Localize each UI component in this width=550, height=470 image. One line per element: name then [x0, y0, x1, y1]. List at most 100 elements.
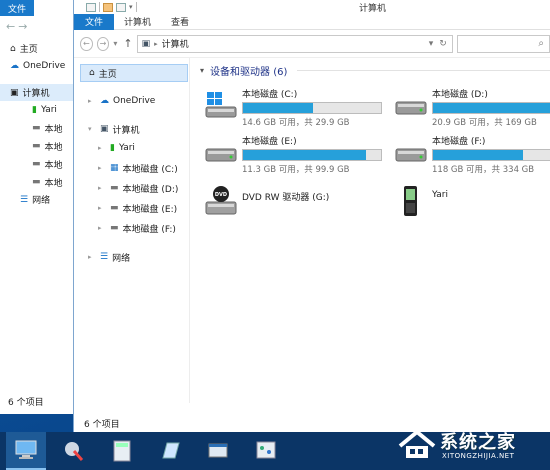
drive-name: 本地磁盘 (E:) — [242, 137, 297, 147]
expand-chevron-icon[interactable]: ▸ — [88, 253, 96, 261]
taskbar: 系统之家 XITONGZHIJIA.NET — [0, 429, 550, 470]
usage-bar — [242, 102, 382, 114]
expand-chevron-icon[interactable]: ▸ — [98, 164, 106, 172]
back-tree-item-drive[interactable]: ▬ 本地 — [0, 137, 79, 155]
computer-icon: ▣ — [141, 38, 151, 49]
search-input[interactable]: ⌕ — [456, 34, 550, 53]
back-tree-item-drive[interactable]: ▬ 本地 — [0, 155, 79, 173]
status-bar: 6 个项目 — [84, 420, 120, 430]
back-tree-item-yari[interactable]: ▮ Yari — [0, 101, 79, 119]
phone-icon: ▮ — [32, 105, 37, 115]
device-name: DVD RW 驱动器 (G:) — [242, 193, 330, 203]
tab-computer[interactable]: 计算机 — [114, 14, 161, 30]
nav-item-drive-d[interactable]: ▸ ▬ 本地磁盘 (D:) — [74, 178, 189, 198]
phone-icon: ▮ — [110, 143, 115, 153]
nav-item-computer[interactable]: ▾ ▣ 计算机 — [74, 120, 189, 138]
taskbar-notepad-button[interactable] — [150, 432, 190, 470]
refresh-icon[interactable]: ↻ — [439, 39, 447, 49]
collapse-chevron-icon[interactable]: ▾ — [88, 125, 96, 133]
back-nav-tree: ⌂ 主页 ☁ OneDrive ▣ 计算机 ▮ Yari ▬ 本地 ▬ 本地 ▬… — [0, 36, 79, 208]
drive-icon: ▬ — [32, 177, 41, 187]
window-body: ⌂ 主页 ▸ ☁ OneDrive ▾ ▣ 计算机 ▸ ▮ Yari ▸ ▦ 本… — [74, 58, 550, 432]
quick-access-toolbar[interactable]: ▾ — [74, 2, 137, 12]
back-tree-item-drive[interactable]: ▬ 本地 — [0, 173, 79, 191]
home-icon: ⌂ — [89, 68, 95, 78]
nav-item-drive-f[interactable]: ▸ ▬ 本地磁盘 (F:) — [74, 218, 189, 238]
drive-tile-e[interactable]: 本地磁盘 (E:) 11.3 GB 可用，共 99.9 GB — [200, 129, 382, 175]
drive-free-space: 14.6 GB 可用，共 29.9 GB — [242, 118, 350, 128]
site-watermark: 系统之家 XITONGZHIJIA.NET — [394, 426, 544, 464]
address-bar[interactable]: ▣ ▸ 计算机 ▾ ↻ — [136, 34, 453, 53]
breadcrumb-computer[interactable]: 计算机 — [162, 37, 189, 50]
drive-icon — [395, 148, 427, 162]
nav-item-drive-e[interactable]: ▸ ▬ 本地磁盘 (E:) — [74, 198, 189, 218]
taskbar-control-panel-button[interactable] — [246, 432, 286, 470]
drive-name: 本地磁盘 (F:) — [432, 137, 486, 147]
drive-icon: ▬ — [32, 141, 41, 151]
recent-locations-chevron-icon[interactable]: ▾ — [113, 39, 117, 48]
expand-chevron-icon[interactable]: ▸ — [98, 144, 106, 152]
usage-bar — [432, 102, 550, 114]
taskbar-tools-button[interactable] — [54, 432, 94, 470]
explorer-window[interactable]: ▾ 计算机 文件 计算机 查看 ← → ▾ ↑ ▣ ▸ 计算机 ▾ ↻ ⌕ ⌂ … — [73, 0, 550, 432]
back-tree-item-onedrive[interactable]: ☁ OneDrive — [0, 57, 79, 74]
chevron-down-icon[interactable]: ▾ — [129, 3, 133, 11]
control-panel-icon — [256, 441, 276, 459]
expand-chevron-icon[interactable]: ▸ — [98, 204, 106, 212]
nav-item-network[interactable]: ▸ ☰ 网络 — [74, 248, 189, 266]
nav-item-home[interactable]: ⌂ 主页 — [80, 64, 188, 82]
drive-free-space: 118 GB 可用，共 334 GB — [432, 165, 535, 175]
taskbar-window-button[interactable] — [198, 432, 238, 470]
breadcrumb-chevron-icon[interactable]: ▸ — [154, 40, 158, 48]
title-bar[interactable]: ▾ 计算机 — [74, 0, 550, 14]
back-tree-item-network[interactable]: ☰ 网络 — [0, 191, 79, 208]
background-explorer-window[interactable]: 文件 ← → ⌂ 主页 ☁ OneDrive ▣ 计算机 ▮ Yari ▬ 本地… — [0, 0, 80, 414]
drive-tile-c[interactable]: 本地磁盘 (C:) 14.6 GB 可用，共 29.9 GB — [200, 82, 382, 128]
nav-item-onedrive[interactable]: ▸ ☁ OneDrive — [74, 92, 189, 110]
forward-button[interactable]: → — [96, 36, 110, 51]
nav-item-yari[interactable]: ▸ ▮ Yari — [74, 138, 189, 158]
ribbon-tabs: 文件 计算机 查看 — [74, 13, 550, 30]
notepad-icon — [162, 442, 180, 459]
devices-group-header[interactable]: ▾ 设备和驱动器 (6) — [200, 62, 550, 78]
device-tile-dvd[interactable]: DVD DVD RW 驱动器 (G:) — [200, 176, 380, 222]
tab-file[interactable]: 文件 — [74, 13, 114, 30]
properties-icon[interactable] — [103, 2, 113, 12]
back-arrow-icon[interactable]: ← — [6, 20, 15, 33]
back-button[interactable]: ← — [80, 36, 93, 51]
computer-icon — [15, 440, 37, 459]
expand-chevron-icon[interactable]: ▸ — [98, 184, 106, 192]
taskbar-calculator-button[interactable] — [102, 432, 142, 470]
up-arrow-icon[interactable]: ↑ — [123, 37, 132, 50]
computer-icon[interactable] — [86, 2, 96, 12]
drive-icon: ▬ — [110, 203, 119, 213]
drive-free-space: 11.3 GB 可用，共 99.9 GB — [242, 165, 350, 175]
back-tree-item-computer[interactable]: ▣ 计算机 — [0, 84, 79, 101]
usage-bar — [242, 149, 382, 161]
back-nav-buttons[interactable]: ← → — [0, 16, 79, 36]
toolbar-divider — [99, 2, 100, 12]
address-dropdown-icon[interactable]: ▾ — [429, 39, 434, 49]
expand-chevron-icon[interactable]: ▸ — [88, 97, 96, 105]
nav-item-drive-c[interactable]: ▸ ▦ 本地磁盘 (C:) — [74, 158, 189, 178]
computer-icon: ▣ — [10, 87, 19, 98]
drive-icon — [205, 148, 237, 162]
file-tab[interactable]: 文件 — [0, 0, 34, 16]
svg-text:DVD: DVD — [215, 192, 227, 198]
home-icon: ⌂ — [10, 43, 16, 54]
usage-fill — [433, 150, 523, 160]
taskbar-computer-button[interactable] — [6, 432, 46, 470]
expand-chevron-icon[interactable]: ▸ — [98, 224, 106, 232]
drive-name: 本地磁盘 (C:) — [242, 90, 298, 100]
new-folder-icon[interactable] — [116, 2, 126, 12]
drive-icon: ▬ — [110, 183, 119, 193]
back-tree-item-drive[interactable]: ▬ 本地 — [0, 119, 79, 137]
forward-arrow-icon[interactable]: → — [18, 20, 27, 33]
back-tree-item-home[interactable]: ⌂ 主页 — [0, 40, 79, 57]
search-icon[interactable]: ⌕ — [538, 38, 544, 49]
drive-tile-f[interactable]: 本地磁盘 (F:) 118 GB 可用，共 334 GB — [390, 129, 550, 175]
device-tile-yari[interactable]: Yari — [390, 176, 550, 222]
tab-view[interactable]: 查看 — [161, 14, 199, 30]
collapse-chevron-icon[interactable]: ▾ — [200, 66, 204, 75]
drive-tile-d[interactable]: 本地磁盘 (D:) 20.9 GB 可用，共 169 GB — [390, 82, 550, 128]
